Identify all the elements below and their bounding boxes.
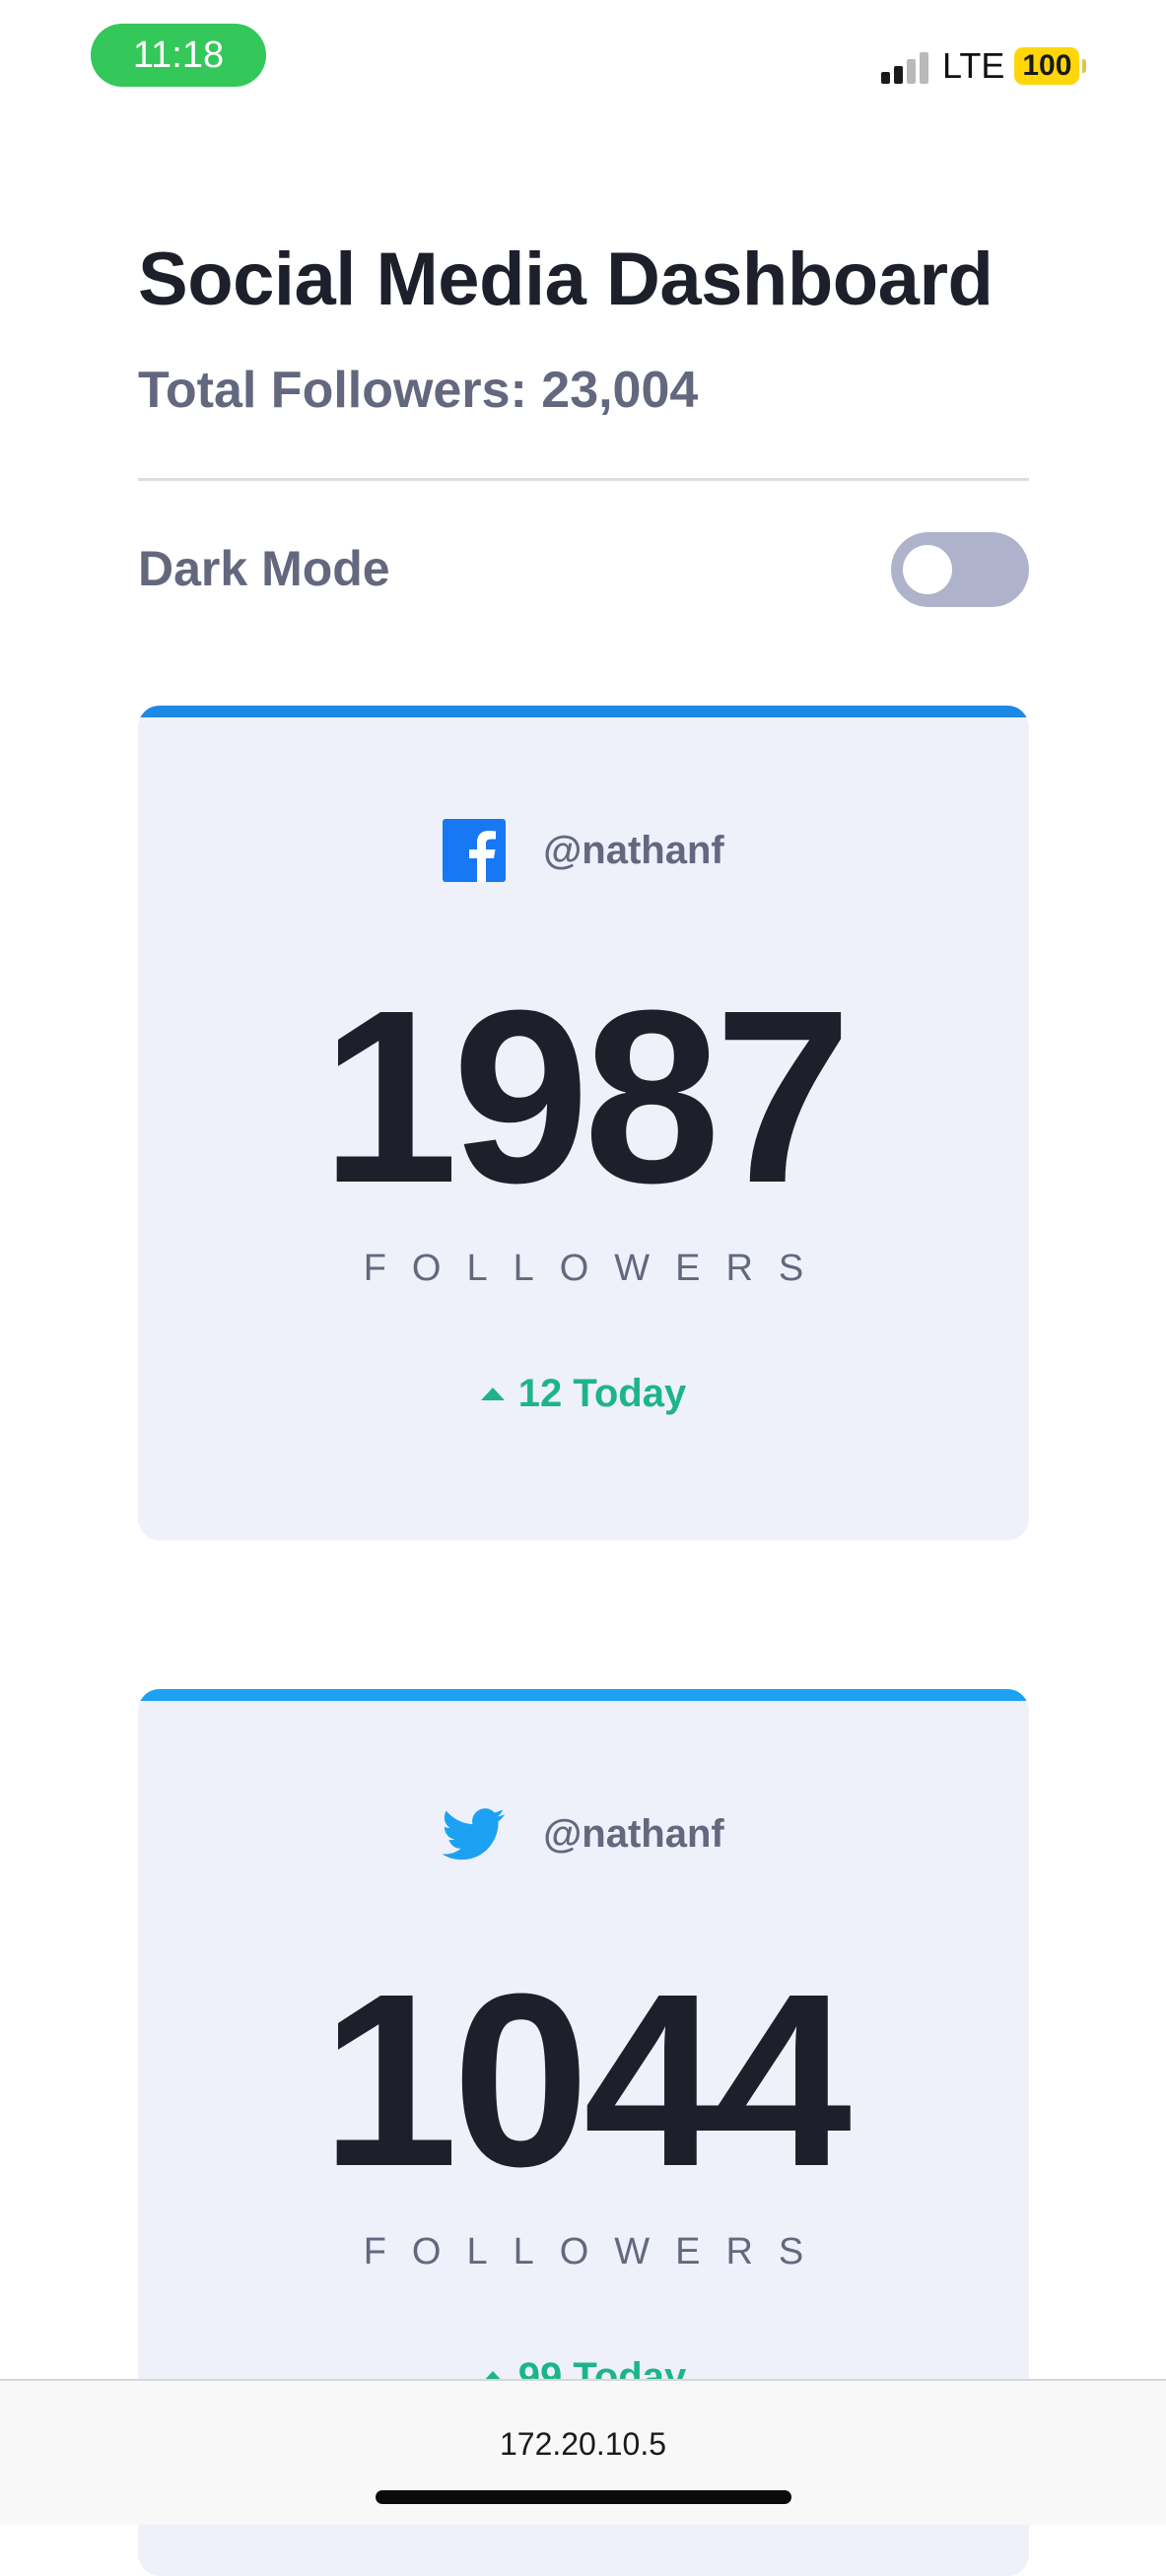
toggle-knob[interactable] <box>903 545 952 594</box>
divider <box>138 478 1029 481</box>
battery-level: 100 <box>1022 49 1072 82</box>
card-header: @nathanf <box>138 819 1029 882</box>
home-indicator[interactable] <box>376 2490 791 2504</box>
card-accent-bar <box>138 706 1029 717</box>
network-type: LTE <box>942 45 1005 86</box>
battery-icon: 100 <box>1014 47 1080 85</box>
status-indicators: LTE 100 <box>881 43 1087 89</box>
card-accent-bar <box>138 1689 1029 1701</box>
account-handle: @nathanf <box>543 828 724 872</box>
up-arrow-icon <box>480 1388 505 1400</box>
account-handle: @nathanf <box>543 1811 724 1856</box>
facebook-icon <box>443 819 507 882</box>
followers-label: FOLLOWERS <box>363 1248 830 1289</box>
total-followers: Total Followers: 23,004 <box>138 362 699 419</box>
card-header: @nathanf <box>138 1802 1029 1865</box>
signal-icon <box>881 48 932 84</box>
followers-label: FOLLOWERS <box>363 2231 830 2272</box>
dark-mode-label: Dark Mode <box>138 541 390 596</box>
address-bar[interactable]: 172.20.10.5 <box>0 2426 1166 2463</box>
twitter-icon <box>443 1808 506 1861</box>
dark-mode-toggle[interactable] <box>891 532 1029 607</box>
status-time: 11:18 <box>91 24 266 87</box>
today-change: 12 Today <box>138 1372 1029 1416</box>
follower-count: 1044 <box>320 1942 852 2217</box>
browser-bottom-bar: 172.20.10.5 <box>0 2379 1166 2525</box>
page-title: Social Media Dashboard <box>138 237 994 321</box>
facebook-card[interactable]: @nathanf 1987 FOLLOWERS 12 Today <box>138 706 1029 1540</box>
battery-tip <box>1082 59 1087 73</box>
follower-count: 1987 <box>320 959 852 1234</box>
today-change-text: 12 Today <box>517 1372 687 1415</box>
